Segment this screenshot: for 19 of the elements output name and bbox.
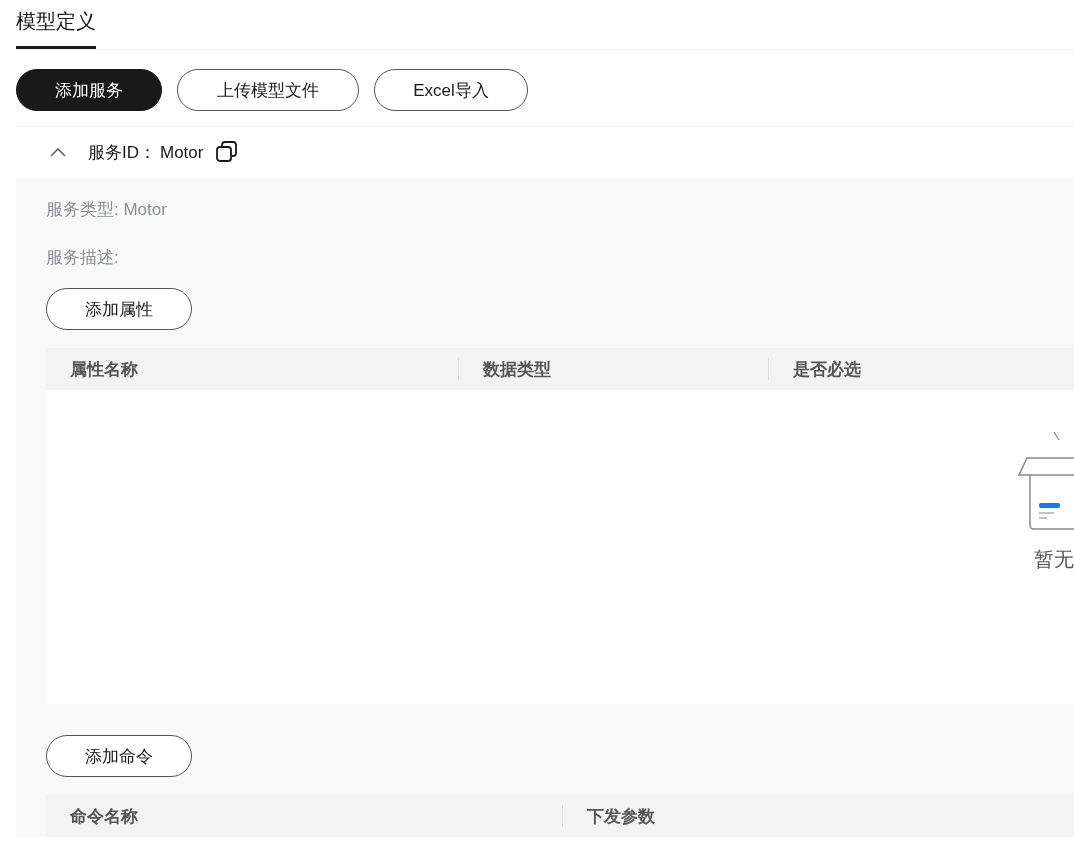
copy-icon[interactable]: [216, 141, 238, 162]
toolbar-button[interactable]: Excel导入: [374, 69, 528, 111]
column-header: 下发参数: [587, 805, 655, 828]
column-header: 是否必选: [793, 358, 861, 381]
column-header: 属性名称: [70, 358, 138, 381]
add-command-button[interactable]: 添加命令: [46, 735, 192, 777]
column-header: 数据类型: [483, 358, 551, 381]
service-type: 服务类型: Motor: [46, 199, 168, 221]
tab[interactable]: 模型定义: [16, 0, 96, 49]
add-service-button[interactable]: 添加服务: [16, 69, 162, 111]
add-property-button[interactable]: 添加属性: [46, 288, 192, 330]
service-id-value: Motor: [160, 142, 204, 163]
column-header: 命令名称: [70, 805, 138, 828]
service-description: 服务描述:: [46, 247, 120, 269]
toolbar-button[interactable]: 上传模型文件: [177, 69, 359, 111]
empty-text: 暂无: [1034, 547, 1074, 572]
service-id-label: 服务ID：: [88, 142, 156, 164]
empty-box-icon: [1018, 430, 1074, 531]
chevron-up-icon[interactable]: [50, 147, 66, 158]
